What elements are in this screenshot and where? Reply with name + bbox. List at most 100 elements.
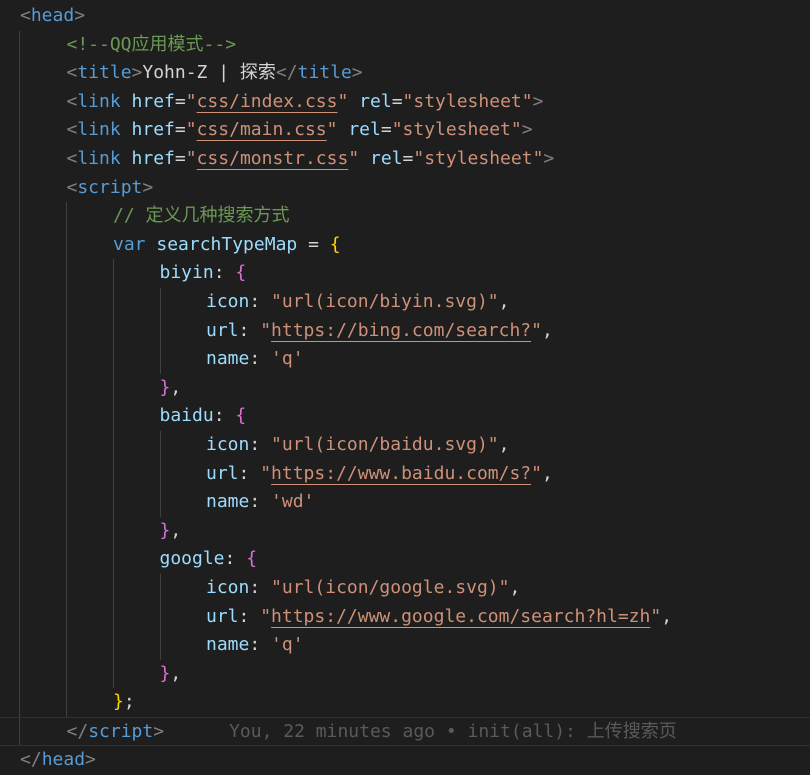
code-line[interactable]: url: "https://www.google.com/search?hl=z… — [0, 602, 810, 632]
code-content: url: "https://bing.com/search?", — [206, 317, 553, 346]
url-link[interactable]: css/index.css — [197, 91, 338, 112]
punctuation: : — [213, 405, 236, 427]
code-line[interactable]: google: { — [0, 545, 810, 574]
indent-guide — [113, 545, 114, 574]
punctuation: , — [498, 434, 510, 455]
indent-guide — [19, 631, 20, 660]
code-line[interactable]: url: "https://www.baidu.com/s?", — [0, 459, 810, 489]
code-line[interactable]: biyin: { — [0, 259, 810, 288]
code-line[interactable]: <title>Yohn-Z | 探索</title> — [0, 59, 810, 88]
indent-guide — [66, 659, 67, 689]
brace: { — [329, 233, 341, 255]
indent-guide — [19, 288, 20, 317]
string-literal: " — [348, 148, 360, 169]
indent-guide — [160, 345, 161, 374]
url-link[interactable]: https://www.google.com/search?hl=zh — [271, 606, 650, 627]
code-content: <!--QQ应用模式--> — [67, 31, 237, 60]
indent-guide — [19, 259, 20, 288]
code-content: <title>Yohn-Z | 探索</title> — [67, 59, 363, 88]
code-line[interactable]: icon: "url(icon/google.svg)", — [0, 574, 810, 603]
code-line[interactable]: }, — [0, 659, 810, 689]
url-link[interactable]: https://www.baidu.com/s? — [271, 463, 531, 484]
tag-name: script — [88, 721, 154, 742]
code-content: baidu: { — [160, 402, 247, 431]
code-line[interactable]: </script> You, 22 minutes ago • init(all… — [0, 717, 810, 746]
indent-guide — [160, 459, 161, 489]
url-link[interactable]: https://bing.com/search? — [271, 320, 531, 341]
code-content: icon: "url(icon/biyin.svg)", — [206, 288, 509, 317]
code-content: name: 'q' — [206, 345, 304, 374]
code-content: biyin: { — [160, 259, 247, 288]
property-name: biyin — [159, 262, 214, 284]
tag-name: title — [77, 62, 132, 84]
code-line[interactable]: name: 'q' — [0, 345, 810, 374]
punctuation: , — [509, 577, 521, 598]
string-literal: " — [531, 319, 542, 341]
url-link[interactable]: css/monstr.css — [197, 148, 349, 169]
code-line[interactable]: baidu: { — [0, 402, 810, 431]
indent-guide — [19, 659, 20, 689]
tag-bracket: < — [66, 62, 78, 84]
punctuation: : — [249, 434, 272, 455]
code-line[interactable]: var searchTypeMap = { — [0, 230, 810, 260]
tag-name: head — [30, 5, 75, 26]
code-content: <head> — [20, 2, 85, 31]
code-content: </script> You, 22 minutes ago • init(all… — [67, 718, 677, 747]
code-line[interactable]: }, — [0, 516, 810, 546]
indent-guide — [19, 431, 20, 460]
brace: } — [159, 662, 171, 684]
code-editor[interactable]: <head> <!--QQ应用模式--> <title>Yohn-Z | 探索</t… — [0, 0, 810, 775]
indent-guide — [113, 659, 114, 689]
indent-guide — [113, 259, 114, 288]
git-blame-annotation: You, 22 minutes ago • init(all): 上传搜索页 — [229, 721, 677, 742]
code-line[interactable]: }, — [0, 373, 810, 403]
code-content: <link href="css/index.css" rel="styleshe… — [67, 88, 544, 117]
string-literal: 'q' — [271, 348, 304, 370]
punctuation: , — [498, 291, 510, 312]
code-content: name: 'wd' — [206, 488, 314, 517]
indent-guide — [113, 288, 114, 317]
attribute-name: href — [131, 148, 175, 169]
punctuation: : — [238, 462, 261, 484]
code-line[interactable]: </head> — [0, 746, 810, 775]
indent-guide — [19, 145, 20, 174]
comment-text: <!--QQ应用模式--> — [66, 33, 237, 55]
indent-guide — [19, 488, 20, 517]
code-line[interactable]: <link href="css/index.css" rel="styleshe… — [0, 87, 810, 117]
code-line[interactable]: icon: "url(icon/biyin.svg)", — [0, 288, 810, 317]
tag-name: script — [77, 176, 143, 198]
punctuation: = — [174, 119, 186, 141]
code-content: <link href="css/monstr.css" rel="stylesh… — [67, 145, 555, 174]
punctuation: : — [249, 491, 272, 513]
code-line[interactable]: // 定义几种搜索方式 — [0, 202, 810, 231]
indent-guide — [19, 402, 20, 431]
tag-name: link — [77, 119, 121, 141]
code-line[interactable]: <script> — [0, 173, 810, 203]
code-line[interactable]: url: "https://bing.com/search?", — [0, 316, 810, 346]
punctuation: , — [541, 462, 553, 484]
code-line[interactable]: name: 'wd' — [0, 488, 810, 517]
code-line[interactable]: <link href="css/main.css" rel="styleshee… — [0, 116, 810, 145]
indent-guide — [66, 373, 67, 403]
code-line[interactable]: icon: "url(icon/baidu.svg)", — [0, 431, 810, 460]
code-content: <link href="css/main.css" rel="styleshee… — [67, 116, 533, 145]
indent-guide — [19, 345, 20, 374]
code-line[interactable]: name: 'q' — [0, 631, 810, 660]
url-link[interactable]: css/main.css — [197, 119, 327, 140]
code-line[interactable]: <head> — [0, 2, 810, 31]
code-line[interactable]: <!--QQ应用模式--> — [0, 30, 810, 60]
indent-guide — [19, 545, 20, 574]
tag-name: link — [77, 90, 121, 112]
punctuation: = — [174, 90, 186, 112]
code-content: var searchTypeMap = { — [113, 231, 341, 260]
code-content: icon: "url(icon/baidu.svg)", — [206, 431, 509, 460]
property-name: url — [206, 605, 239, 627]
punctuation: ; — [123, 691, 135, 713]
code-line[interactable]: <link href="css/monstr.css" rel="stylesh… — [0, 145, 810, 174]
punctuation: = — [174, 148, 186, 169]
tag-bracket: < — [66, 90, 78, 112]
punctuation: , — [541, 319, 553, 341]
code-line[interactable]: }; — [0, 688, 810, 717]
property-name: google — [159, 548, 225, 570]
